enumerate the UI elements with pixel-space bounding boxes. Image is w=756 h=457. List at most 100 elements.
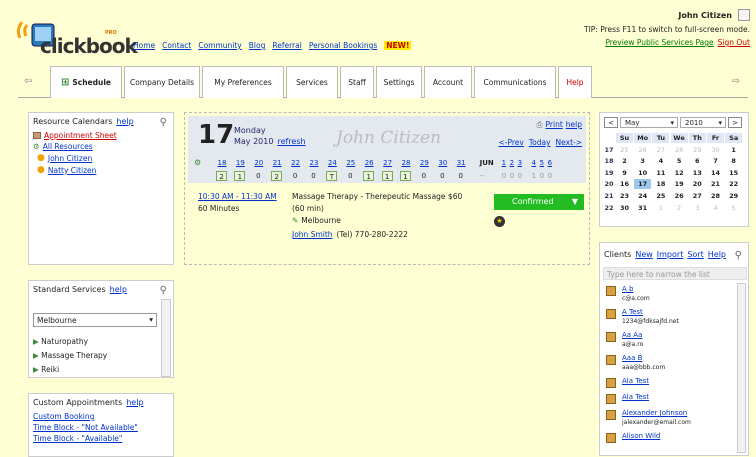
client-scrollbar[interactable] <box>737 283 746 453</box>
all-resources-row[interactable]: ⚙ All Resources <box>29 141 173 152</box>
help-link[interactable]: help <box>566 120 582 130</box>
calendar-day[interactable]: 27 <box>652 145 669 155</box>
day-strip-date[interactable]: 30 <box>437 159 449 167</box>
service-item[interactable]: ▶ Naturopathy <box>33 337 88 346</box>
resource-natty-citizen[interactable]: Natty Citizen <box>48 166 97 175</box>
day-strip-date[interactable]: 20 <box>253 159 265 167</box>
calendar-day[interactable]: 16 <box>616 179 633 189</box>
services-scrollbar[interactable] <box>161 299 171 377</box>
day-strip-date[interactable]: 23 <box>308 159 320 167</box>
nav-community[interactable]: Community <box>198 41 241 50</box>
client-name-link[interactable]: A Test <box>622 308 643 316</box>
calendar-day[interactable]: 22 <box>725 179 742 189</box>
back-arrow-icon[interactable]: ⇦ <box>24 76 32 87</box>
calendar-day[interactable]: 27 <box>689 191 706 201</box>
appointment-sheet-link[interactable]: Appointment Sheet <box>44 131 117 140</box>
day-strip-date[interactable]: 6 <box>548 159 552 167</box>
custom-booking-link[interactable]: Custom Booking <box>33 412 94 421</box>
day-strip-date[interactable]: 27 <box>382 159 394 167</box>
day-strip-date[interactable]: 26 <box>363 159 375 167</box>
service-item[interactable]: ▶ Reiki <box>33 365 59 375</box>
resource-person-row[interactable]: ● John Citizen <box>29 152 173 164</box>
calendar-day[interactable]: 26 <box>634 145 651 155</box>
calendar-day[interactable]: 29 <box>725 191 742 201</box>
custom-item[interactable]: Custom Booking <box>29 411 173 422</box>
sign-out-link[interactable]: Sign Out <box>718 38 750 47</box>
calendar-day[interactable]: 20 <box>689 179 706 189</box>
calendar-day[interactable]: 2 <box>616 156 633 166</box>
today-link[interactable]: Today <box>529 138 551 147</box>
calendar-day[interactable]: 18 <box>652 179 669 189</box>
calendar-day[interactable]: 24 <box>634 191 651 201</box>
day-strip-date[interactable]: 1 <box>502 159 506 167</box>
day-strip-date[interactable]: 25 <box>345 159 357 167</box>
client-name-link[interactable]: A b <box>622 285 633 293</box>
calendar-day[interactable]: 4 <box>707 203 724 213</box>
resource-person-row[interactable]: ● Natty Citizen <box>29 164 173 176</box>
tab-communications[interactable]: Communications <box>474 66 556 98</box>
calendar-day[interactable]: 21 <box>707 179 724 189</box>
tab-services[interactable]: Services <box>286 66 338 98</box>
nav-personal-bookings[interactable]: Personal Bookings <box>309 41 377 50</box>
next-link[interactable]: Next-> <box>556 138 582 147</box>
day-strip-date[interactable]: 3 <box>518 159 522 167</box>
forward-arrow-icon[interactable]: ⇨ <box>732 76 740 87</box>
calendar-day[interactable]: 25 <box>616 145 633 155</box>
sort-client-link[interactable]: Sort <box>687 250 703 259</box>
calendar-day[interactable]: 8 <box>725 156 742 166</box>
calendar-day[interactable]: 28 <box>707 191 724 201</box>
calendar-day[interactable]: 30 <box>707 145 724 155</box>
tab-company-details[interactable]: Company Details <box>124 66 200 98</box>
client-name-link[interactable]: Alison Wild <box>622 432 660 440</box>
calendar-day[interactable]: 1 <box>652 203 669 213</box>
calendar-day[interactable]: 1 <box>725 145 742 155</box>
day-strip-date[interactable]: 5 <box>540 159 544 167</box>
calendar-day[interactable]: 25 <box>652 191 669 201</box>
help-link[interactable]: help <box>110 285 127 294</box>
custom-item[interactable]: Time Block - "Available" <box>29 433 173 444</box>
day-strip-date[interactable]: 21 <box>271 159 283 167</box>
print-link[interactable]: Print <box>546 120 563 130</box>
client-name-link[interactable]: John Smith <box>292 230 333 239</box>
calendar-day[interactable]: 28 <box>671 145 688 155</box>
day-strip-date[interactable]: 22 <box>290 159 302 167</box>
service-item[interactable]: ▶ Massage Therapy <box>33 351 107 360</box>
calendar-next-button[interactable]: > <box>728 117 742 128</box>
tab-staff[interactable]: Staff <box>340 66 374 98</box>
binoculars-icon[interactable]: ⚲ <box>160 285 167 296</box>
day-strip-date[interactable]: 4 <box>532 159 536 167</box>
calendar-day[interactable]: 3 <box>634 156 651 166</box>
binoculars-icon[interactable]: ⚲ <box>735 250 742 261</box>
calendar-day[interactable]: 9 <box>616 168 633 178</box>
tab-account[interactable]: Account <box>424 66 472 98</box>
custom-item[interactable]: Time Block - "Not Available" <box>29 422 173 433</box>
calendar-day[interactable]: 13 <box>689 168 706 178</box>
client-name-link[interactable]: Aaa B <box>622 354 642 362</box>
calendar-day[interactable]: 19 <box>671 179 688 189</box>
calendar-day[interactable]: 4 <box>652 156 669 166</box>
day-strip-date[interactable]: 2 <box>510 159 514 167</box>
tab-my-preferences[interactable]: My Preferences <box>202 66 284 98</box>
prev-link[interactable]: <-Prev <box>498 138 523 147</box>
help-link[interactable]: help <box>116 117 133 126</box>
appointment-time-link[interactable]: 10:30 AM - 11:30 AM <box>198 192 277 201</box>
preview-public-link[interactable]: Preview Public Services Page <box>605 38 713 47</box>
resource-john-citizen[interactable]: John Citizen <box>48 154 92 163</box>
import-client-link[interactable]: Import <box>657 250 684 259</box>
help-link[interactable]: help <box>126 398 143 407</box>
client-name-link[interactable]: Aa Aa <box>622 331 642 339</box>
day-strip-date[interactable]: 29 <box>418 159 430 167</box>
day-strip-date[interactable]: 28 <box>400 159 412 167</box>
day-strip-date[interactable]: 31 <box>455 159 467 167</box>
tab-help[interactable]: Help <box>558 66 592 98</box>
appointment-block[interactable]: 10:30 AM - 11:30 AM 60 Minutes Massage T… <box>188 186 586 261</box>
calendar-day[interactable]: 6 <box>689 156 706 166</box>
calendar-day[interactable]: 7 <box>707 156 724 166</box>
calendar-day[interactable]: 14 <box>707 168 724 178</box>
calendar-day[interactable]: 30 <box>616 203 633 213</box>
all-resources-link[interactable]: All Resources <box>43 142 93 151</box>
day-strip-date[interactable]: 24 <box>326 159 338 167</box>
nav-referral[interactable]: Referral <box>272 41 301 50</box>
client-name-link[interactable]: Ala Test <box>622 393 649 401</box>
client-name-link[interactable]: Alexander Johnson <box>622 409 687 417</box>
